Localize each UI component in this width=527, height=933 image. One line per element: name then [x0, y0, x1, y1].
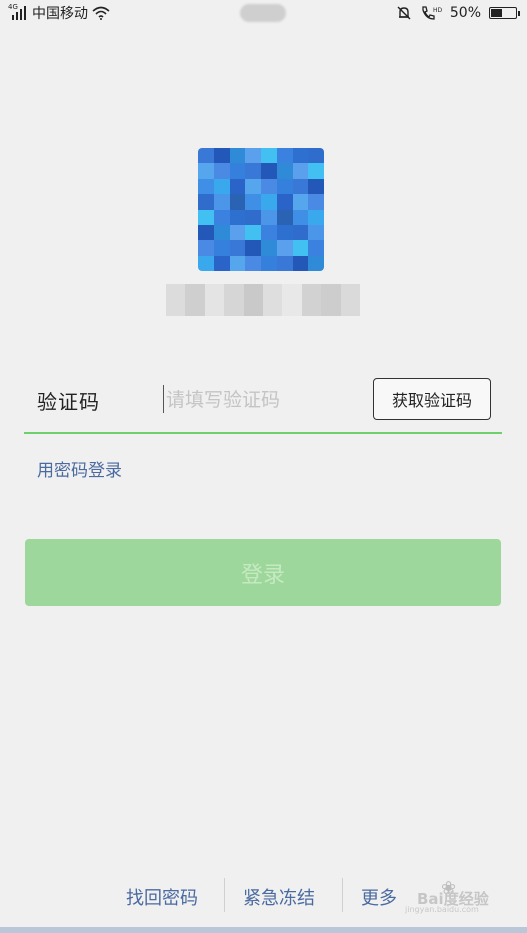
find-password-link[interactable]: 找回密码 [126, 884, 198, 910]
status-bar: 4G 中国移动 HD 50% [0, 0, 527, 26]
avatar [198, 148, 324, 271]
battery-icon [489, 7, 520, 19]
status-left: 4G 中国移动 [8, 4, 110, 22]
network-type: 4G [8, 3, 18, 11]
mute-bell-icon [397, 6, 411, 20]
emergency-freeze-link[interactable]: 紧急冻结 [243, 884, 315, 910]
login-button[interactable]: 登录 [25, 539, 501, 606]
hd-call-icon: HD [422, 6, 442, 20]
status-right: HD 50% [396, 4, 520, 22]
footer-divider [224, 878, 225, 912]
text-cursor [163, 385, 164, 413]
bottom-edge [0, 927, 527, 933]
blurred-notch [240, 4, 286, 22]
get-code-button[interactable]: 获取验证码 [373, 378, 491, 420]
signal-icon: 4G [8, 3, 28, 20]
password-login-link[interactable]: 用密码登录 [37, 456, 122, 481]
wifi-icon [92, 6, 110, 20]
carrier-name: 中国移动 [32, 6, 88, 22]
code-input[interactable] [166, 384, 366, 416]
svg-text:HD: HD [433, 7, 442, 14]
baidu-jingyan-watermark: ❀ Bai度经验 jingyan.baidu.com [405, 876, 523, 916]
code-label: 验证码 [37, 390, 100, 414]
footer-divider [342, 878, 343, 912]
input-underline [24, 432, 502, 434]
more-link[interactable]: 更多 [361, 884, 397, 910]
battery-percent: 50% [449, 5, 481, 21]
account-name-blurred [166, 284, 361, 316]
watermark-url: jingyan.baidu.com [405, 905, 479, 914]
